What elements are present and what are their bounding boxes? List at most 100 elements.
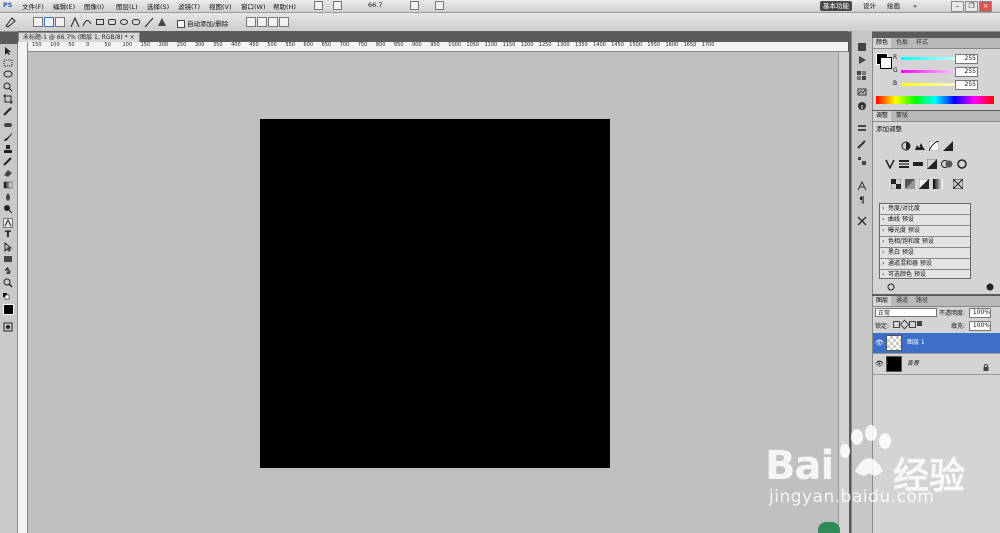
workspace-basic[interactable]: 基本功能 bbox=[820, 1, 852, 11]
lock-pixels-icon[interactable] bbox=[899, 319, 910, 330]
curves-icon[interactable] bbox=[928, 140, 940, 152]
bridge-icon[interactable] bbox=[314, 1, 323, 10]
tab-paths[interactable]: 路径 bbox=[913, 296, 931, 306]
eraser-tool-icon[interactable] bbox=[3, 168, 13, 178]
menu-view[interactable]: 视图(V) bbox=[209, 1, 232, 11]
preset-item[interactable]: 曝光度 预设 bbox=[880, 226, 970, 237]
return-to-list-icon[interactable] bbox=[887, 283, 897, 291]
line-shape-icon[interactable] bbox=[144, 16, 154, 30]
gradient-tool-icon[interactable] bbox=[3, 180, 13, 190]
info-panel-icon[interactable] bbox=[857, 101, 867, 111]
tab-color[interactable]: 颜色 bbox=[873, 38, 892, 48]
gradient-map-icon[interactable] bbox=[933, 179, 943, 189]
red-slider[interactable]: R 255 bbox=[893, 54, 978, 64]
selective-color-icon[interactable] bbox=[952, 178, 964, 190]
menu-image[interactable]: 图像(I) bbox=[84, 1, 104, 11]
path-selection-tool-icon[interactable] bbox=[3, 242, 13, 252]
foreground-color-swatch[interactable] bbox=[3, 304, 14, 315]
pen-tool-preset-icon[interactable] bbox=[4, 16, 18, 30]
rounded-rectangle-icon[interactable] bbox=[108, 19, 116, 25]
preset-item[interactable]: 曲线 预设 bbox=[880, 215, 970, 226]
preset-item[interactable]: 黑白 预设 bbox=[880, 248, 970, 259]
layer-comps-icon[interactable] bbox=[857, 124, 867, 134]
green-value[interactable]: 255 bbox=[955, 67, 978, 77]
menu-select[interactable]: 选择(S) bbox=[147, 1, 169, 11]
auto-add-delete-checkbox[interactable]: 自动添加/删除 bbox=[177, 18, 228, 28]
document-canvas[interactable] bbox=[260, 119, 610, 468]
marquee-tool-icon[interactable] bbox=[3, 58, 13, 68]
clone-source-icon[interactable] bbox=[857, 156, 867, 166]
black-white-icon[interactable] bbox=[926, 158, 938, 170]
threshold-icon[interactable] bbox=[918, 178, 930, 190]
ellipse-shape-icon[interactable] bbox=[120, 19, 128, 25]
green-slider[interactable]: G 255 bbox=[893, 67, 978, 77]
blue-value[interactable]: 255 bbox=[955, 80, 978, 90]
workspace-more[interactable]: » bbox=[910, 1, 920, 11]
character-panel-icon[interactable] bbox=[857, 180, 867, 191]
rectangle-shape-icon[interactable] bbox=[96, 19, 104, 25]
layer-name[interactable]: 图层 1 bbox=[907, 333, 925, 353]
history-brush-tool-icon[interactable] bbox=[3, 156, 13, 166]
path-intersect-icon[interactable] bbox=[268, 17, 278, 27]
visibility-eye-icon[interactable]: 👁 bbox=[875, 354, 884, 374]
fill-pixels-icon[interactable] bbox=[55, 17, 65, 27]
color-balance-icon[interactable] bbox=[913, 159, 923, 169]
exposure-icon[interactable] bbox=[943, 141, 953, 151]
panel-background-swatch[interactable] bbox=[880, 57, 892, 69]
red-value[interactable]: 255 bbox=[955, 54, 978, 64]
posterize-icon[interactable] bbox=[905, 179, 915, 189]
layer-row-layer1[interactable]: 👁 图层 1 bbox=[873, 333, 1000, 354]
layer-row-background[interactable]: 👁 背景 bbox=[873, 354, 1000, 375]
preset-item[interactable]: 亮度/对比度 bbox=[880, 204, 970, 215]
preset-item[interactable]: 色相/饱和度 预设 bbox=[880, 237, 970, 248]
swatches-panel-icon[interactable] bbox=[857, 71, 867, 81]
fill-input[interactable]: 100% bbox=[969, 321, 991, 331]
menu-layer[interactable]: 图层(L) bbox=[116, 1, 138, 11]
polygon-shape-icon[interactable] bbox=[132, 19, 140, 25]
tools-preset-icon[interactable] bbox=[857, 216, 867, 226]
history-panel-icon[interactable] bbox=[857, 42, 867, 52]
minimize-button[interactable]: – bbox=[951, 1, 964, 12]
actions-panel-icon[interactable] bbox=[857, 55, 867, 65]
freeform-pen-icon[interactable] bbox=[82, 16, 92, 30]
lock-all-icon[interactable] bbox=[917, 321, 922, 326]
arrange-documents-icon[interactable] bbox=[410, 1, 419, 10]
opacity-input[interactable]: 100% bbox=[969, 308, 991, 318]
workspace-paint[interactable]: 绘画 bbox=[884, 1, 903, 11]
path-add-icon[interactable] bbox=[246, 17, 256, 27]
dodge-tool-icon[interactable] bbox=[3, 204, 13, 214]
preset-item[interactable]: 可选颜色 预设 bbox=[880, 270, 970, 280]
lasso-tool-icon[interactable] bbox=[3, 70, 13, 80]
document-tab-close-icon[interactable]: × bbox=[130, 34, 135, 41]
zoom-dropdown[interactable]: 66.7 bbox=[368, 1, 382, 9]
lock-position-icon[interactable] bbox=[909, 321, 916, 328]
default-colors-icon[interactable] bbox=[3, 293, 13, 303]
minibridge-icon[interactable] bbox=[333, 1, 342, 10]
path-exclude-icon[interactable] bbox=[279, 17, 289, 27]
tab-styles[interactable]: 样式 bbox=[913, 38, 931, 48]
brush-presets-icon[interactable] bbox=[857, 139, 867, 149]
image-panel-icon[interactable] bbox=[857, 87, 867, 97]
eyedropper-tool-icon[interactable] bbox=[3, 106, 13, 116]
tab-channels[interactable]: 通道 bbox=[893, 296, 911, 306]
photo-filter-icon[interactable] bbox=[941, 159, 953, 169]
restore-button[interactable]: ❐ bbox=[965, 1, 978, 12]
paths-icon[interactable] bbox=[44, 17, 54, 27]
canvas-workarea[interactable] bbox=[28, 52, 848, 533]
close-button[interactable]: × bbox=[979, 1, 992, 12]
color-spectrum-bar[interactable] bbox=[876, 96, 994, 104]
menu-filter[interactable]: 滤镜(T) bbox=[178, 1, 200, 11]
tab-layers[interactable]: 图层 bbox=[873, 296, 892, 306]
levels-icon[interactable] bbox=[915, 141, 925, 151]
tab-swatches[interactable]: 色板 bbox=[893, 38, 911, 48]
clone-stamp-tool-icon[interactable] bbox=[3, 144, 13, 154]
move-tool-icon[interactable] bbox=[3, 46, 13, 56]
custom-shape-icon[interactable] bbox=[156, 16, 170, 30]
layer-name[interactable]: 背景 bbox=[907, 354, 919, 374]
healing-brush-tool-icon[interactable] bbox=[3, 120, 13, 130]
blur-tool-icon[interactable] bbox=[3, 192, 13, 202]
hand-tool-icon[interactable] bbox=[3, 266, 13, 276]
hue-saturation-icon[interactable] bbox=[899, 159, 909, 169]
screen-mode-icon[interactable] bbox=[435, 1, 444, 10]
brightness-contrast-icon[interactable] bbox=[901, 141, 911, 151]
